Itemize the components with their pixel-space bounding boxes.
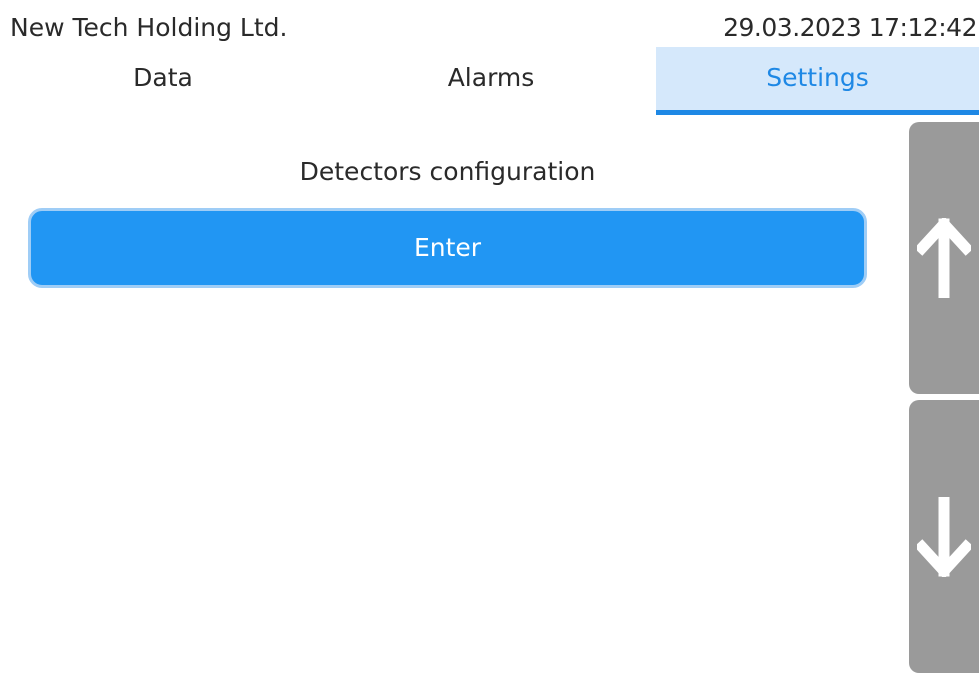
arrow-down-icon <box>917 496 971 577</box>
settings-screen: New Tech Holding Ltd. 29.03.2023 17:12:4… <box>0 0 979 673</box>
date-time: 29.03.2023 17:12:42 <box>723 13 977 42</box>
tab-bar: Data Alarms Settings <box>0 47 979 115</box>
tab-settings-label: Settings <box>766 63 869 92</box>
enter-button[interactable]: Enter <box>28 208 867 288</box>
tab-data[interactable]: Data <box>0 47 326 115</box>
tab-alarms-label: Alarms <box>447 63 535 92</box>
company-name: New Tech Holding Ltd. <box>10 13 288 42</box>
tab-alarms[interactable]: Alarms <box>326 47 656 115</box>
tab-data-label: Data <box>133 63 193 92</box>
arrow-up-icon <box>917 218 971 298</box>
scroll-up-button[interactable] <box>909 122 979 394</box>
enter-button-label: Enter <box>413 233 482 262</box>
section-title: Detectors configuration <box>299 157 596 186</box>
tab-settings[interactable]: Settings <box>656 47 979 115</box>
scroll-down-button[interactable] <box>909 400 979 673</box>
